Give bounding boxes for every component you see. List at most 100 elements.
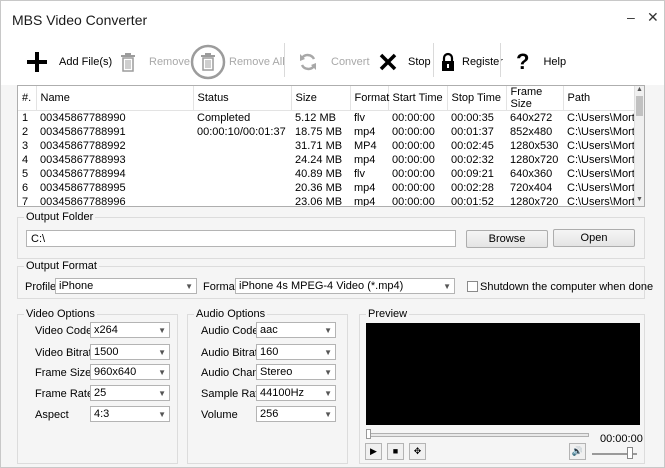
video-codec-select[interactable]: x264 ▼ (90, 322, 170, 338)
aspect-select[interactable]: 4:3 ▼ (90, 406, 170, 422)
video-codec-label: Video Codec (35, 325, 98, 337)
scrollbar-thumb[interactable] (636, 96, 643, 116)
table-cell-name: 00345867788994 (40, 167, 126, 180)
audio-bitrate-select[interactable]: 160 ▼ (256, 344, 336, 360)
volume-slider-thumb[interactable] (627, 447, 633, 459)
register-label: Register (462, 56, 503, 68)
speaker-icon: 🔊 (571, 446, 584, 456)
table-cell-frame: 1280x720 (510, 195, 559, 207)
mute-button[interactable]: 🔊 (569, 443, 586, 460)
register-button[interactable]: Register (441, 47, 503, 77)
table-cell-format: flv (354, 167, 365, 180)
table-cell-path: C:\Users\Morteza\ (567, 153, 636, 166)
table-cell-stop: 00:02:45 (451, 139, 494, 152)
column-header[interactable]: Path (563, 86, 637, 111)
browse-button[interactable]: Browse (466, 230, 548, 248)
table-cell-path: C:\Users\Morteza\ (567, 167, 636, 180)
chevron-down-icon: ▼ (158, 389, 166, 398)
column-header[interactable]: Format (350, 86, 389, 111)
video-bitrate-label: Video Bitrate (35, 347, 98, 359)
table-cell-path: C:\Users\Morteza\ (567, 139, 636, 152)
audio-codec-select[interactable]: aac ▼ (256, 322, 336, 338)
table-cell-num: 6 (22, 181, 29, 194)
table-row[interactable]: 2 00345867788991 00:00:10/00:01:37 18.75 MB… (18, 125, 636, 139)
chevron-down-icon: ▼ (185, 282, 193, 291)
table-cell-size: 18.75 MB (295, 125, 343, 138)
table-cell-path: C:\Users\Morteza\ (567, 125, 636, 138)
chevron-down-icon: ▼ (158, 410, 166, 419)
play-button[interactable]: ▶ (365, 443, 382, 460)
table-cell-name: 00345867788990 (40, 111, 126, 124)
title-bar: MBS Video Converter – ✕ (1, 1, 664, 39)
frame-size-select[interactable]: 960x640 ▼ (90, 364, 170, 380)
table-cell-frame: 1280x720 (510, 153, 559, 166)
audio-channel-select[interactable]: Stereo ▼ (256, 364, 336, 380)
output-folder-title: Output Folder (24, 211, 96, 223)
audio-bitrate-label: Audio Bitrate (201, 347, 264, 359)
fullscreen-button[interactable]: ✥ (409, 443, 426, 460)
aspect-label: Aspect (35, 409, 69, 421)
table-cell-name: 00345867788993 (40, 153, 126, 166)
table-row[interactable]: 6 00345867788995 20.36 MB mp4 00:00:00 00:02:… (18, 181, 636, 195)
table-cell-size: 31.71 MB (295, 139, 343, 152)
sample-rate-select[interactable]: 44100Hz ▼ (256, 385, 336, 401)
convert-button[interactable]: Convert (298, 47, 370, 77)
table-cell-frame: 1280x530 (510, 139, 559, 152)
table-cell-name: 00345867788995 (40, 181, 126, 194)
table-row[interactable]: 1 00345867788990 Completed 5.12 MB flv 00:00:… (18, 111, 636, 125)
output-folder-input[interactable]: C:\ (26, 230, 456, 247)
frame-rate-select[interactable]: 25 ▼ (90, 385, 170, 401)
format-select[interactable]: iPhone 4s MPEG-4 Video (*.mp4) ▼ (235, 278, 455, 294)
shutdown-checkbox[interactable] (467, 281, 478, 292)
table-cell-format: mp4 (354, 181, 376, 194)
table-cell-format: mp4 (354, 125, 376, 138)
table-cell-num: 4 (22, 153, 29, 166)
preview-time: 00:00:00 (600, 433, 643, 445)
table-cell-status (193, 195, 291, 207)
column-header[interactable]: Frame Size (506, 86, 564, 111)
table-row[interactable]: 7 00345867788996 23.06 MB mp4 00:00:00 00:01:… (18, 195, 636, 207)
table-cell-path: C:\Users\Morteza\ (567, 181, 636, 194)
table-cell-start: 00:00:00 (392, 195, 435, 207)
refresh-icon (300, 53, 316, 71)
help-button[interactable]: ? Help (516, 47, 566, 77)
seek-bar[interactable] (368, 433, 589, 437)
stop-preview-button[interactable]: ■ (387, 443, 404, 460)
close-button[interactable]: ✕ (647, 9, 659, 26)
file-list[interactable]: #. Name Status Size Format Start Time Stop Tim… (17, 85, 645, 207)
move-arrows-icon: ✥ (413, 446, 422, 456)
profile-value: iPhone (59, 280, 94, 292)
open-button[interactable]: Open (553, 229, 635, 247)
table-cell-name: 00345867788992 (40, 139, 126, 152)
minimize-button[interactable]: – (627, 9, 635, 25)
seek-thumb[interactable] (366, 429, 371, 439)
remove-button[interactable]: Remove (120, 47, 190, 77)
vertical-scrollbar[interactable]: ▲ ▼ (634, 86, 644, 206)
remove-all-button[interactable]: Remove All (190, 43, 285, 81)
chevron-down-icon: ▼ (324, 348, 332, 357)
table-cell-start: 00:00:00 (392, 139, 435, 152)
chevron-down-icon: ▼ (158, 348, 166, 357)
column-header[interactable]: Start Time (388, 86, 448, 111)
column-header[interactable]: #. (18, 86, 37, 111)
profile-select[interactable]: iPhone ▼ (55, 278, 197, 294)
column-header[interactable]: Stop Time (447, 86, 507, 111)
scroll-up-icon[interactable]: ▲ (636, 86, 643, 93)
chevron-down-icon: ▼ (324, 389, 332, 398)
table-row[interactable]: 5 00345867788994 40.89 MB flv 00:00:00 00:09:… (18, 167, 636, 181)
table-cell-status (193, 167, 291, 181)
video-bitrate-select[interactable]: 1500 ▼ (90, 344, 170, 360)
stop-button[interactable]: Stop (379, 47, 431, 77)
table-body: 1 00345867788990 Completed 5.12 MB flv 00:00:… (18, 111, 636, 207)
add-files-button[interactable]: Add File(s) (26, 47, 112, 77)
scroll-down-icon[interactable]: ▼ (636, 196, 643, 203)
volume-label: Volume (201, 409, 238, 421)
column-header[interactable]: Status (193, 86, 292, 111)
table-header-row: #. Name Status Size Format Start Time Stop Tim… (18, 86, 637, 111)
column-header[interactable]: Name (36, 86, 194, 111)
table-row[interactable]: 3 00345867788992 31.71 MB MP4 00:00:00 00:02:… (18, 139, 636, 153)
column-header[interactable]: Size (291, 86, 351, 111)
table-cell-num: 5 (22, 167, 29, 180)
table-row[interactable]: 4 00345867788993 24.24 MB mp4 00:00:00 00:02:… (18, 153, 636, 167)
volume-select[interactable]: 256 ▼ (256, 406, 336, 422)
